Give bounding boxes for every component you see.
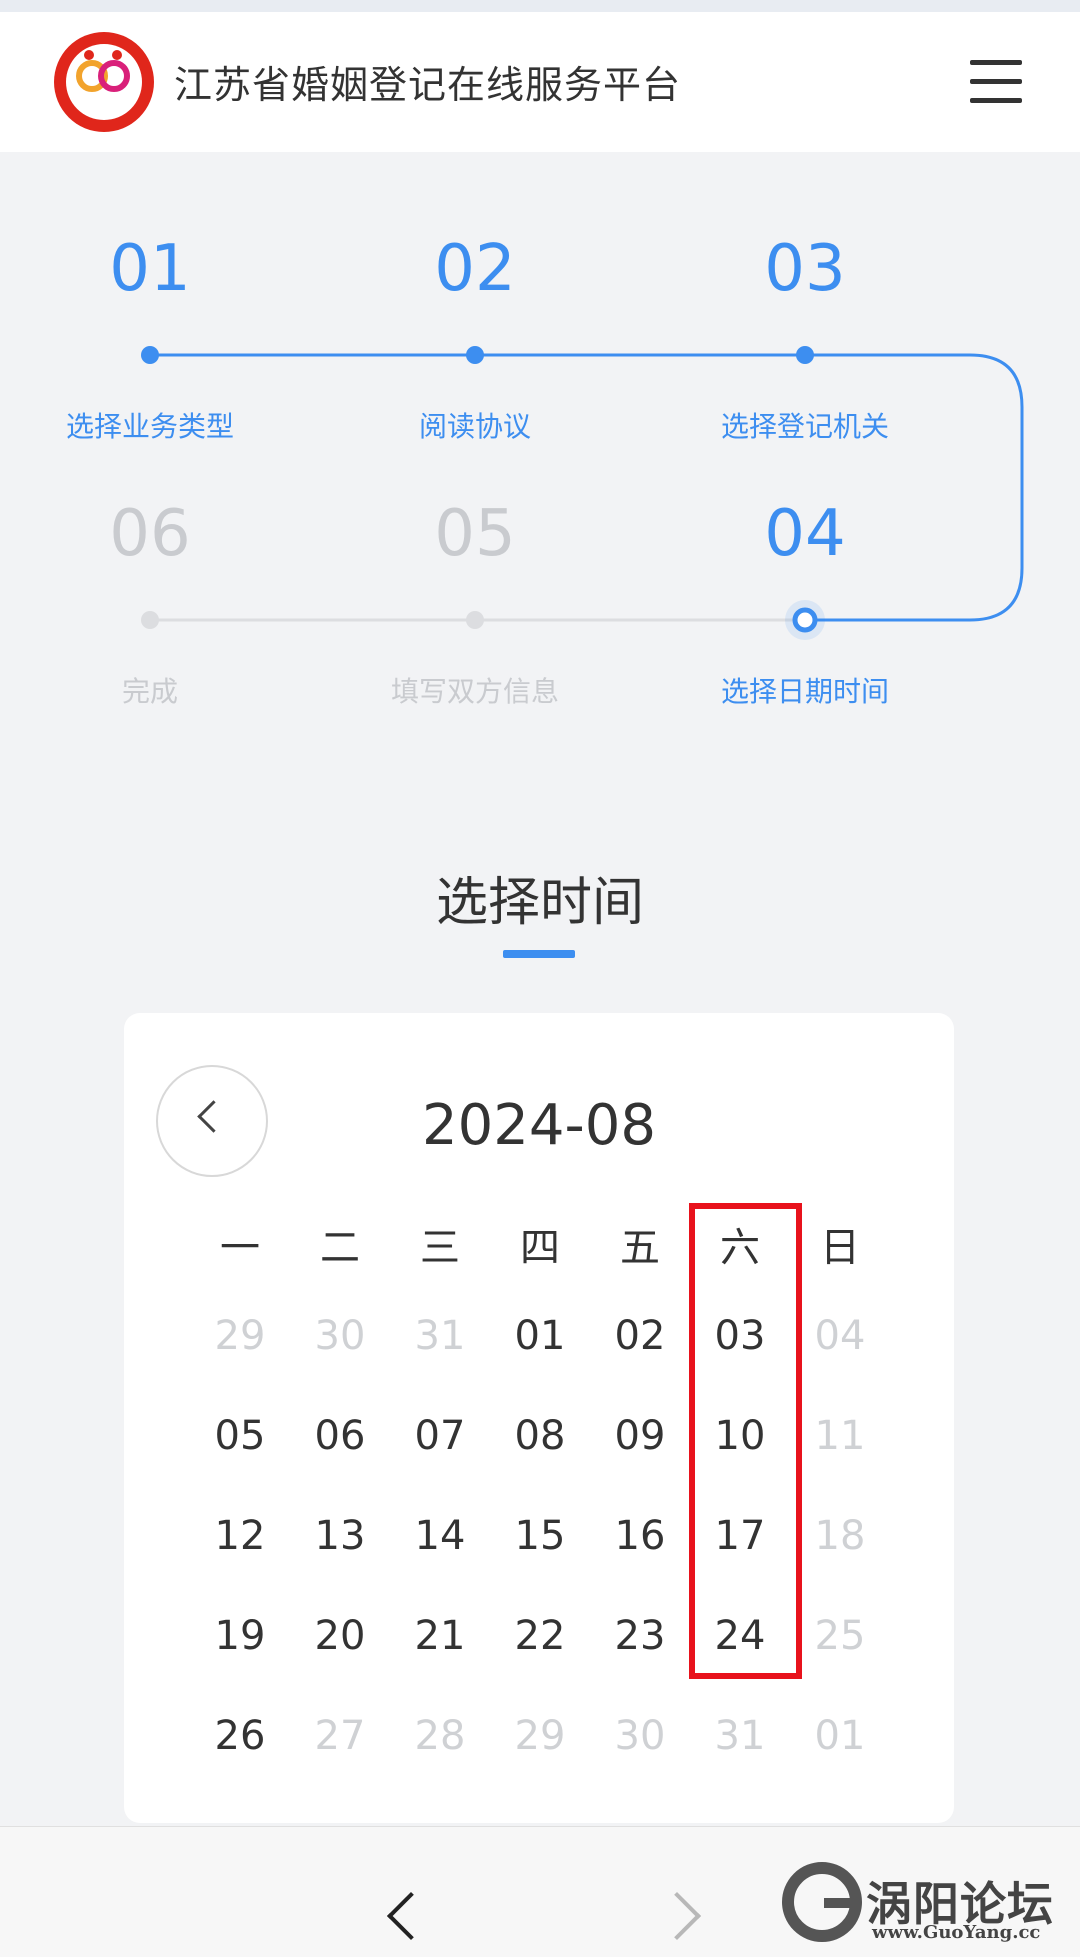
step-dot-05: [466, 611, 484, 629]
saturday-highlight-box: [689, 1203, 802, 1679]
calendar-day[interactable]: 08: [490, 1413, 590, 1459]
calendar-day[interactable]: 13: [290, 1513, 390, 1559]
forward-button[interactable]: [652, 1889, 706, 1949]
calendar-day: 30: [314, 1313, 366, 1359]
chevron-left-icon: [386, 1891, 436, 1941]
calendar-day[interactable]: 16: [590, 1513, 690, 1559]
watermark-url: www.GuoYang.cc: [872, 1922, 1041, 1943]
calendar-day: 30: [614, 1713, 666, 1759]
step-number-04: 04: [764, 497, 846, 571]
weekday-header: 日: [820, 1225, 860, 1271]
calendar-card: 2024-08 一二三四五六日 29 30 31 01 02 03 04 05 06 07 08 09…: [124, 1013, 954, 1823]
step-dot-02: [466, 346, 484, 364]
calendar-day: 25: [814, 1613, 866, 1659]
step-dot-01: [141, 346, 159, 364]
step-label-05: 填写双方信息: [390, 675, 559, 708]
calendar-day[interactable]: 15: [490, 1513, 590, 1559]
calendar-day[interactable]: 23: [590, 1613, 690, 1659]
step-label-03: 选择登记机关: [720, 410, 889, 443]
section-title: 选择时间: [435, 873, 644, 933]
step-dot-06: [141, 611, 159, 629]
calendar-day: 29: [214, 1313, 266, 1359]
calendar-day[interactable]: 26: [190, 1713, 290, 1759]
weekday-header: 四: [520, 1225, 560, 1271]
weekday-header: 一: [220, 1225, 260, 1271]
step-label-06: 完成: [121, 675, 178, 708]
calendar-day: 29: [514, 1713, 566, 1759]
calendar-day[interactable]: 07: [390, 1413, 490, 1459]
section-underline: [503, 950, 575, 958]
step-number-02: 02: [434, 232, 516, 306]
calendar-day: 31: [414, 1313, 466, 1359]
stepper-track: [141, 346, 1024, 640]
calendar-day[interactable]: 22: [490, 1613, 590, 1659]
step-dot-03: [796, 346, 814, 364]
calendar-day: 31: [714, 1713, 766, 1759]
calendar-day[interactable]: 02: [590, 1313, 690, 1359]
calendar-day[interactable]: 21: [390, 1613, 490, 1659]
step-number-03: 03: [764, 232, 846, 306]
step-number-06: 06: [109, 497, 191, 571]
calendar-day[interactable]: 12: [190, 1513, 290, 1559]
step-number-05: 05: [434, 497, 516, 571]
calendar-day[interactable]: 09: [590, 1413, 690, 1459]
step-number-01: 01: [109, 232, 191, 306]
calendar-day: 18: [814, 1513, 866, 1559]
weekday-header: 三: [420, 1225, 460, 1271]
watermark-logo-icon: [782, 1862, 862, 1942]
calendar-day[interactable]: 05: [190, 1413, 290, 1459]
calendar-day: 27: [314, 1713, 366, 1759]
calendar-day: 01: [814, 1713, 866, 1759]
calendar-month-label: 2024-08: [422, 1093, 656, 1158]
calendar-day: 28: [414, 1713, 466, 1759]
step-label-02: 阅读协议: [418, 410, 531, 443]
calendar-day[interactable]: 19: [190, 1613, 290, 1659]
back-button[interactable]: [380, 1889, 436, 1949]
calendar-day[interactable]: 20: [290, 1613, 390, 1659]
weekday-header: 二: [320, 1225, 360, 1271]
step-label-04: 选择日期时间: [720, 675, 889, 708]
calendar-day: 04: [814, 1313, 866, 1359]
calendar-day[interactable]: 06: [290, 1413, 390, 1459]
calendar-day[interactable]: 14: [390, 1513, 490, 1559]
calendar-day: 11: [814, 1413, 866, 1459]
step-label-01: 选择业务类型: [65, 410, 234, 443]
chevron-right-icon: [652, 1891, 702, 1941]
step-dot-04: [792, 607, 818, 633]
calendar-day[interactable]: 01: [490, 1313, 590, 1359]
weekday-header: 五: [620, 1225, 660, 1271]
